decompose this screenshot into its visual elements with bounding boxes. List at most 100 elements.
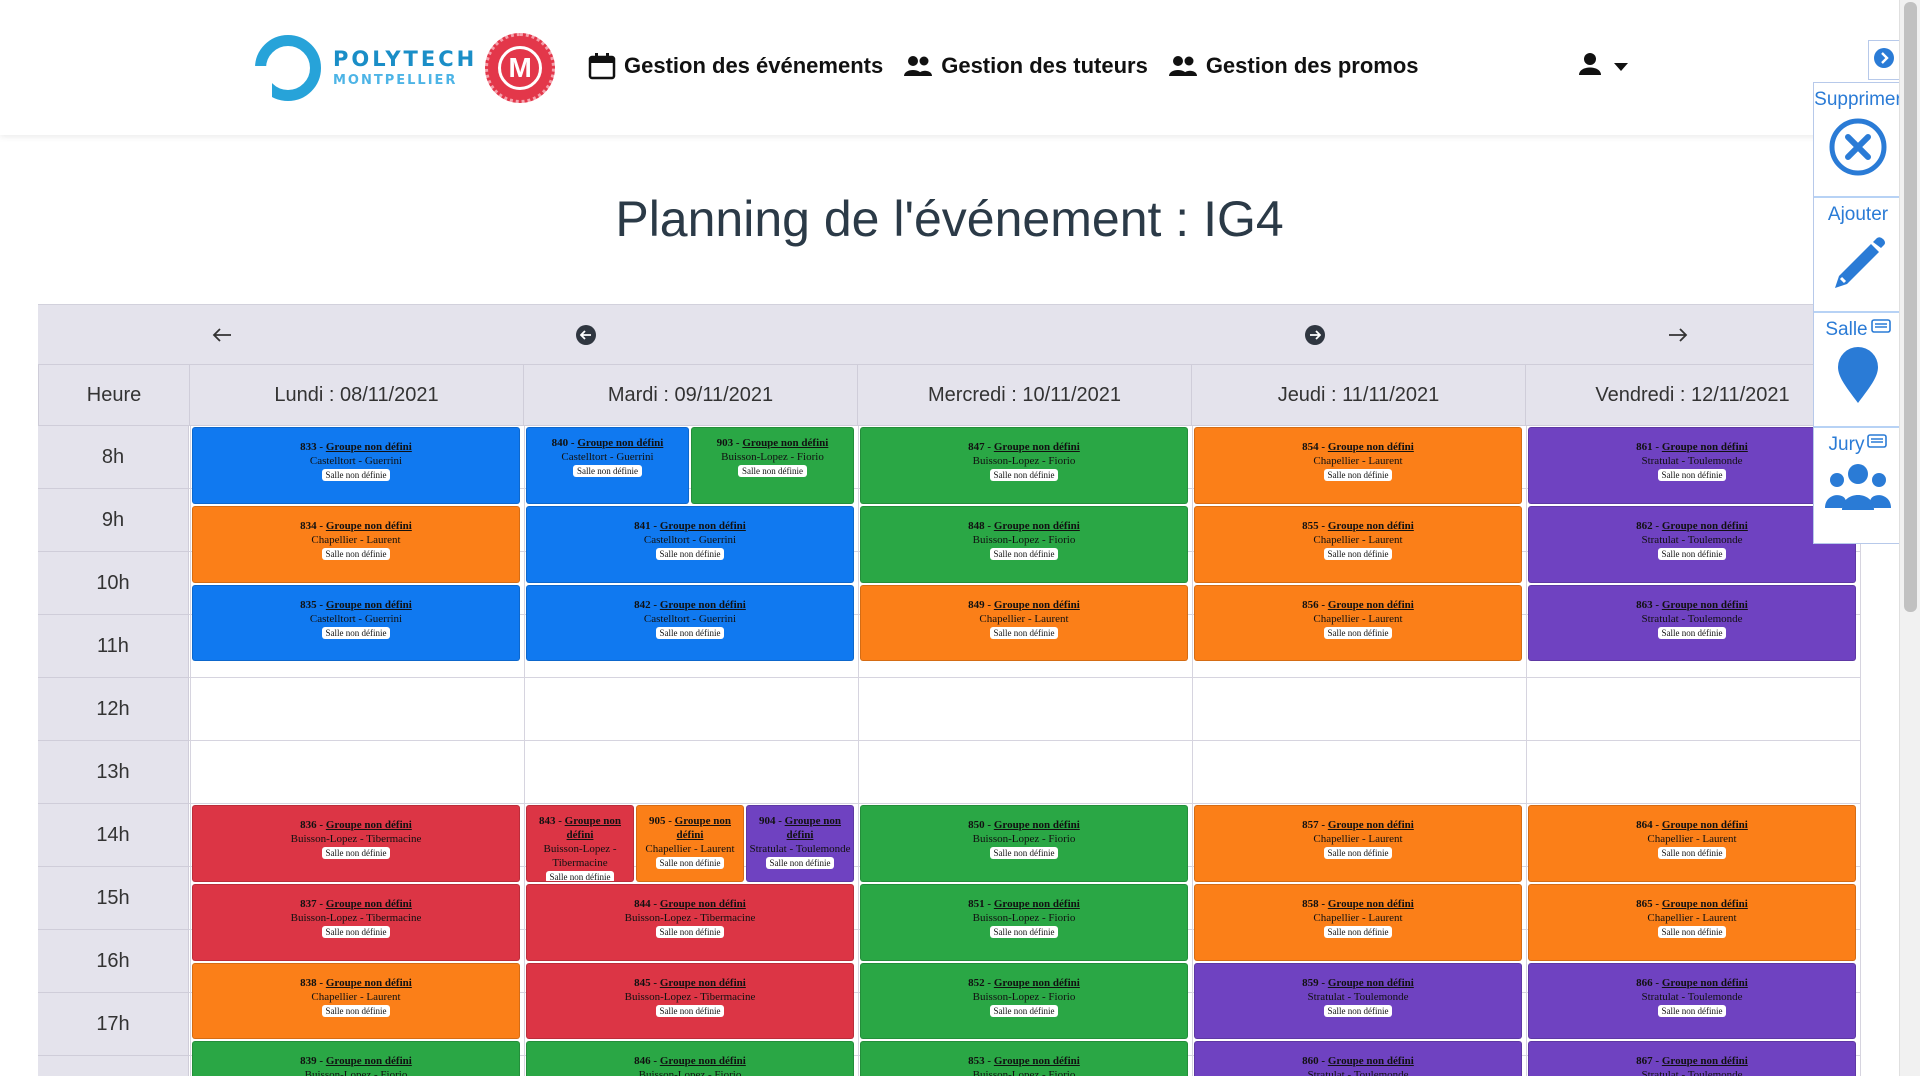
event-group-link[interactable]: Groupe non défini — [326, 520, 412, 532]
event-card[interactable]: 863 - Groupe non défini Stratulat - Toule… — [1528, 584, 1856, 662]
event-group-link[interactable]: Groupe non défini — [326, 819, 412, 831]
event-group-link[interactable]: Groupe non défini — [994, 441, 1080, 453]
event-card[interactable]: 860 - Groupe non défini Stratulat - Toule… — [1194, 1041, 1522, 1076]
event-group-link[interactable]: Groupe non défini — [1328, 520, 1414, 532]
event-card[interactable]: 905 - Groupe non défini Chapellier - Laur… — [636, 805, 744, 882]
event-card[interactable]: 903 - Groupe non défini Buisson-Lopez - F… — [691, 427, 854, 504]
event-card[interactable]: 834 - Groupe non défini Chapellier - Laur… — [192, 505, 520, 583]
event-card[interactable]: 862 - Groupe non défini Stratulat - Toule… — [1528, 505, 1856, 583]
event-card[interactable]: 841 - Groupe non défini Castelltort - Gue… — [526, 505, 854, 583]
event-card[interactable]: 852 - Groupe non défini Buisson-Lopez - F… — [860, 962, 1188, 1040]
event-group-link[interactable]: Groupe non défini — [1662, 1055, 1748, 1067]
event-group-link[interactable]: Groupe non défini — [660, 898, 746, 910]
jury-tool[interactable]: Jury — [1814, 428, 1902, 543]
event-card[interactable]: 853 - Groupe non défini Buisson-Lopez - F… — [860, 1041, 1188, 1076]
event-group-link[interactable]: Groupe non défini — [1662, 441, 1748, 453]
event-card[interactable]: 847 - Groupe non défini Buisson-Lopez - F… — [860, 427, 1188, 504]
event-card[interactable]: 867 - Groupe non défini Stratulat - Toule… — [1528, 1041, 1856, 1076]
event-group-link[interactable]: Groupe non défini — [577, 437, 663, 449]
event-group-link[interactable]: Groupe non défini — [1662, 819, 1748, 831]
event-group-link[interactable]: Groupe non défini — [994, 898, 1080, 910]
event-card[interactable]: 858 - Groupe non défini Chapellier - Laur… — [1194, 883, 1522, 961]
scrollbar-thumb[interactable] — [1904, 2, 1917, 612]
user-menu[interactable] — [1578, 52, 1628, 81]
event-group-link[interactable]: Groupe non défini — [1662, 520, 1748, 532]
event-group-link[interactable]: Groupe non défini — [1328, 1055, 1414, 1067]
event-card[interactable]: 855 - Groupe non défini Chapellier - Laur… — [1194, 505, 1522, 583]
event-card[interactable]: 857 - Groupe non défini Chapellier - Laur… — [1194, 805, 1522, 882]
delete-tool[interactable]: Supprimer — [1814, 83, 1902, 198]
event-card[interactable]: 843 - Groupe non défini Buisson-Lopez - T… — [526, 805, 634, 882]
event-group-link[interactable]: Groupe non défini — [994, 819, 1080, 831]
event-group-link[interactable]: Groupe non défini — [994, 520, 1080, 532]
next-week-button[interactable] — [1303, 323, 1327, 347]
event-card[interactable]: 840 - Groupe non défini Castelltort - Gue… — [526, 427, 689, 504]
event-group-link[interactable]: Groupe non défini — [326, 1055, 412, 1067]
event-group-link[interactable]: Groupe non défini — [326, 441, 412, 453]
event-group-link[interactable]: Groupe non défini — [565, 815, 621, 841]
event-card[interactable]: 833 - Groupe non défini Castelltort - Gue… — [192, 427, 520, 504]
add-tool[interactable]: Ajouter — [1814, 198, 1902, 313]
nav-gestion-evenements[interactable]: Gestion des événements — [588, 52, 883, 80]
event-group-link[interactable]: Groupe non défini — [660, 1055, 746, 1067]
room-tool[interactable]: Salle — [1814, 313, 1902, 428]
event-group-link[interactable]: Groupe non défini — [1328, 898, 1414, 910]
event-group-link[interactable]: Groupe non défini — [1662, 898, 1748, 910]
event-card[interactable]: 835 - Groupe non défini Castelltort - Gue… — [192, 584, 520, 662]
event-tutors: Castelltort - Guerrini — [309, 612, 403, 625]
event-card[interactable]: 865 - Groupe non défini Chapellier - Laur… — [1528, 883, 1856, 961]
event-group-link[interactable]: Groupe non défini — [660, 599, 746, 611]
event-card[interactable]: 850 - Groupe non défini Buisson-Lopez - F… — [860, 805, 1188, 882]
event-group-link[interactable]: Groupe non défini — [660, 977, 746, 989]
event-group-link[interactable]: Groupe non défini — [326, 898, 412, 910]
event-room-badge: Salle non définie — [1657, 925, 1727, 938]
event-group-link[interactable]: Groupe non défini — [742, 437, 828, 449]
event-card[interactable]: 904 - Groupe non défini Stratulat - Toule… — [746, 805, 854, 882]
event-card[interactable]: 839 - Groupe non défini Buisson-Lopez - F… — [192, 1041, 520, 1076]
circle-arrow-left-icon — [576, 325, 596, 345]
event-card[interactable]: 845 - Groupe non défini Buisson-Lopez - T… — [526, 962, 854, 1040]
event-card[interactable]: 851 - Groupe non défini Buisson-Lopez - F… — [860, 883, 1188, 961]
event-group-link[interactable]: Groupe non défini — [1328, 441, 1414, 453]
event-card[interactable]: 837 - Groupe non défini Buisson-Lopez - T… — [192, 883, 520, 961]
hour-label: 10h — [38, 552, 189, 615]
event-card[interactable]: 849 - Groupe non défini Chapellier - Laur… — [860, 584, 1188, 662]
next-arrow-icon[interactable] — [1666, 323, 1690, 347]
panel-toggle-button[interactable] — [1868, 40, 1900, 80]
event-tutors: Buisson-Lopez - Fiorio — [972, 1069, 1076, 1076]
nav-gestion-promos[interactable]: Gestion des promos — [1168, 53, 1419, 79]
event-group-link[interactable]: Groupe non défini — [1662, 977, 1748, 989]
polytech-logo[interactable]: POLYTECH MONTPELLIER M — [252, 30, 556, 105]
event-card[interactable]: 859 - Groupe non défini Stratulat - Toule… — [1194, 962, 1522, 1040]
event-tutors: Chapellier - Laurent — [1313, 833, 1403, 845]
event-group-link[interactable]: Groupe non défini — [1328, 977, 1414, 989]
event-card[interactable]: 856 - Groupe non défini Chapellier - Laur… — [1194, 584, 1522, 662]
prev-week-button[interactable] — [574, 323, 598, 347]
page-scrollbar[interactable] — [1899, 0, 1920, 1076]
event-group-link[interactable]: Groupe non défini — [1328, 819, 1414, 831]
event-number: 866 — [1636, 976, 1653, 989]
event-group-link[interactable]: Groupe non défini — [326, 599, 412, 611]
event-group-link[interactable]: Groupe non défini — [994, 599, 1080, 611]
event-card[interactable]: 842 - Groupe non défini Castelltort - Gue… — [526, 584, 854, 662]
event-card[interactable]: 848 - Groupe non défini Buisson-Lopez - F… — [860, 505, 1188, 583]
event-card[interactable]: 838 - Groupe non défini Chapellier - Laur… — [192, 962, 520, 1040]
event-group-link[interactable]: Groupe non défini — [1662, 599, 1748, 611]
event-card[interactable]: 861 - Groupe non défini Stratulat - Toule… — [1528, 427, 1856, 504]
event-card[interactable]: 844 - Groupe non défini Buisson-Lopez - T… — [526, 883, 854, 961]
event-card[interactable]: 864 - Groupe non défini Chapellier - Laur… — [1528, 805, 1856, 882]
event-group-link[interactable]: Groupe non défini — [660, 520, 746, 532]
event-card[interactable]: 854 - Groupe non défini Chapellier - Laur… — [1194, 427, 1522, 504]
event-group-link[interactable]: Groupe non défini — [326, 977, 412, 989]
event-group-link[interactable]: Groupe non défini — [994, 977, 1080, 989]
event-card[interactable]: 866 - Groupe non défini Stratulat - Toule… — [1528, 962, 1856, 1040]
event-card[interactable]: 836 - Groupe non défini Buisson-Lopez - T… — [192, 805, 520, 882]
event-card[interactable]: 846 - Groupe non défini Buisson-Lopez - F… — [526, 1041, 854, 1076]
nav-gestion-tuteurs[interactable]: Gestion des tuteurs — [903, 53, 1148, 79]
event-group-link[interactable]: Groupe non défini — [785, 815, 841, 841]
prev-arrow-icon[interactable] — [210, 323, 234, 347]
event-room-badge: Salle non définie — [573, 465, 642, 477]
event-group-link[interactable]: Groupe non défini — [675, 815, 731, 841]
event-group-link[interactable]: Groupe non défini — [994, 1055, 1080, 1067]
event-group-link[interactable]: Groupe non défini — [1328, 599, 1414, 611]
